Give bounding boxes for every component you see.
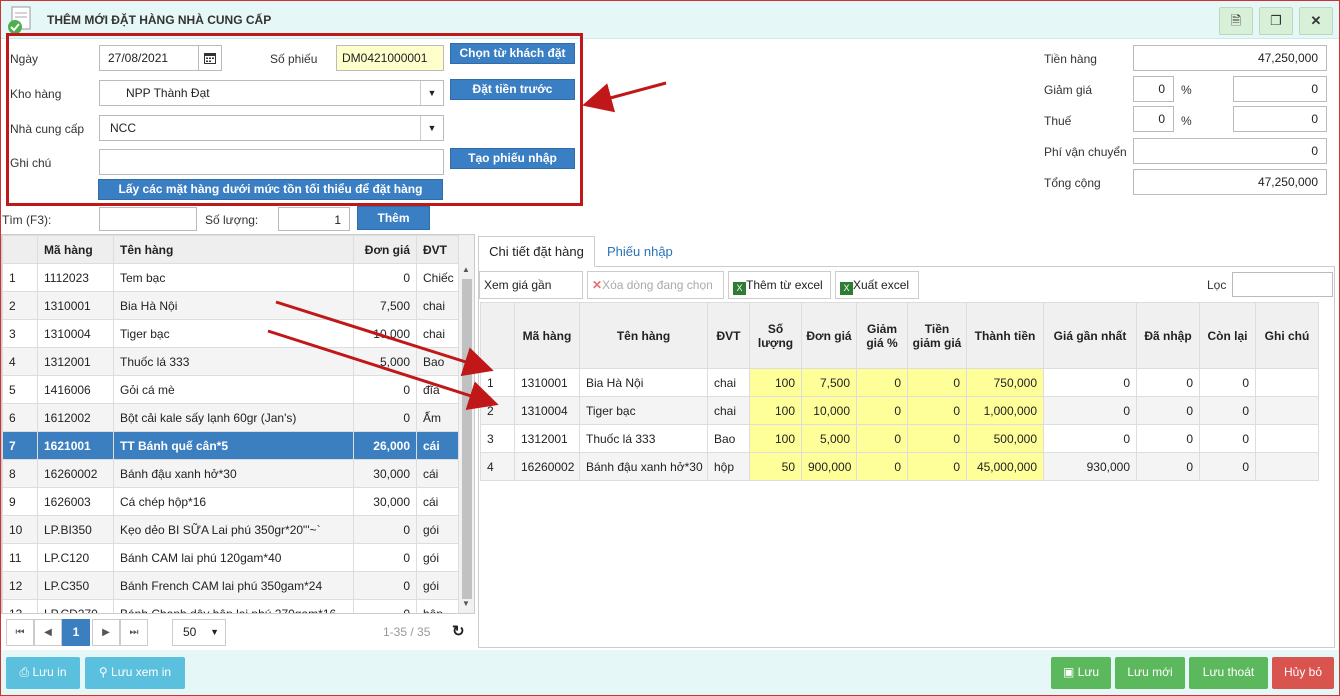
- save-button[interactable]: ▣ Lưu: [1051, 657, 1111, 689]
- arrow-tiger-bac: [267, 329, 499, 410]
- arrow-to-form: [582, 81, 667, 113]
- save-print-button[interactable]: ⎙ Lưu in: [6, 657, 80, 689]
- save-new-button[interactable]: Lưu mới: [1115, 657, 1185, 689]
- save-preview-label: Lưu xem in: [111, 665, 172, 679]
- save-print-label: Lưu in: [32, 665, 67, 679]
- save-label: Lưu: [1077, 665, 1100, 679]
- cancel-button[interactable]: Hủy bỏ: [1272, 657, 1334, 689]
- search-icon: ⚲: [98, 665, 108, 679]
- arrow-bia-ha-noi: [275, 300, 494, 377]
- floppy-icon: ▣: [1062, 665, 1075, 679]
- save-exit-button[interactable]: Lưu thoát: [1189, 657, 1268, 689]
- annotation-arrows: [186, 81, 667, 688]
- print-icon: ⎙: [19, 665, 30, 679]
- save-preview-button[interactable]: ⚲ Lưu xem in: [85, 657, 185, 689]
